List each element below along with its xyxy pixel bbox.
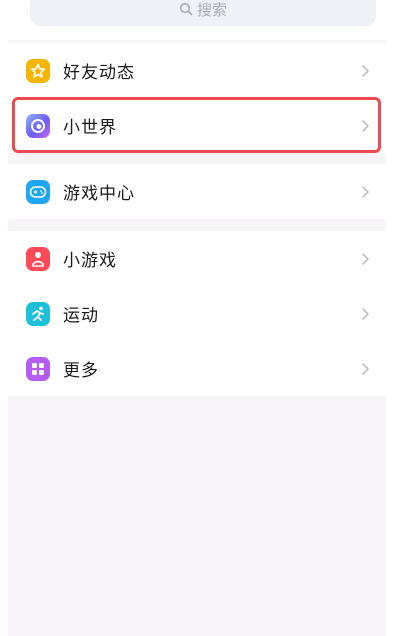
search-area: 搜索 xyxy=(8,0,386,40)
chevron-right-icon xyxy=(362,307,369,320)
search-placeholder: 搜索 xyxy=(196,0,227,19)
menu-item-label: 更多 xyxy=(63,361,99,381)
chevron-right-icon xyxy=(362,362,369,375)
menu-item-more[interactable]: 更多 xyxy=(8,341,386,396)
mini-game-icon xyxy=(26,246,50,271)
chevron-right-icon xyxy=(362,185,369,198)
star-icon xyxy=(26,58,50,83)
little-world-icon xyxy=(26,113,50,138)
menu-item-game-center[interactable]: 游戏中心 xyxy=(8,164,386,219)
menu-item-friend-feed[interactable]: 好友动态 xyxy=(8,43,386,98)
chevron-right-icon xyxy=(362,252,369,265)
chevron-right-icon xyxy=(362,119,369,132)
running-icon xyxy=(26,301,50,326)
phone-screen: 搜索 好友动态 小世界 游戏中心 小游戏 运动 更多 xyxy=(0,0,400,636)
chevron-right-icon xyxy=(362,64,369,77)
menu-item-label: 小世界 xyxy=(63,118,117,138)
menu-group-1: 好友动态 小世界 xyxy=(8,43,386,153)
menu-item-label: 运动 xyxy=(63,306,99,326)
menu-item-little-world[interactable]: 小世界 xyxy=(8,98,386,153)
menu-item-mini-games[interactable]: 小游戏 xyxy=(8,231,386,286)
menu-item-label: 好友动态 xyxy=(63,63,135,83)
menu-group-2: 游戏中心 xyxy=(8,164,386,219)
menu-item-label: 游戏中心 xyxy=(63,184,135,204)
search-input[interactable]: 搜索 xyxy=(30,0,376,26)
menu-item-label: 小游戏 xyxy=(63,251,117,271)
gamepad-icon xyxy=(26,179,50,204)
menu-group-3: 小游戏 运动 更多 xyxy=(8,231,386,396)
search-icon xyxy=(179,2,193,16)
grid-more-icon xyxy=(26,356,50,381)
menu-item-sports[interactable]: 运动 xyxy=(8,286,386,341)
